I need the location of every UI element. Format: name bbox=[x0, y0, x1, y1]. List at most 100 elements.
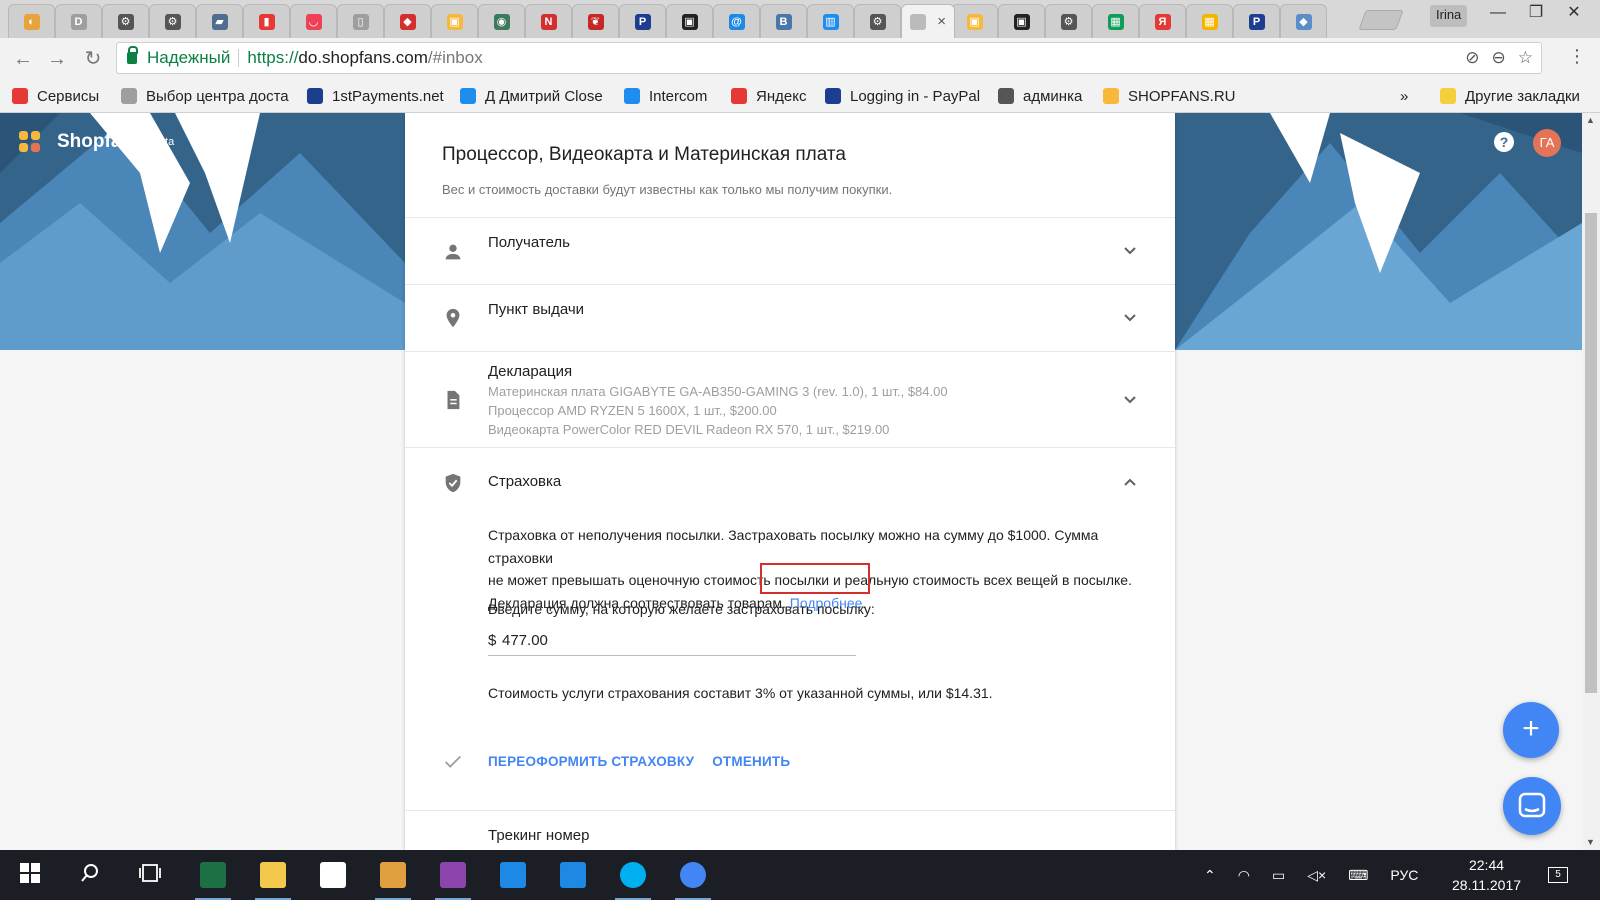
blocked-content-icon[interactable]: ⊘ bbox=[1465, 48, 1479, 68]
browser-tab[interactable]: ▣ bbox=[666, 4, 713, 38]
tracking-row[interactable]: Трекинг номер bbox=[405, 811, 1175, 850]
browser-tab[interactable]: D bbox=[55, 4, 102, 38]
browser-tab[interactable]: P bbox=[619, 4, 666, 38]
winrar-icon[interactable] bbox=[429, 850, 477, 900]
chrome-icon[interactable] bbox=[669, 850, 717, 900]
browser-tab[interactable]: ❦ bbox=[572, 4, 619, 38]
zoom-icon[interactable]: ⊖ bbox=[1492, 48, 1506, 68]
page-scrollbar[interactable]: ▲ ▼ bbox=[1582, 113, 1600, 850]
document-icon bbox=[447, 390, 460, 410]
browser-tab[interactable]: ⚙ bbox=[854, 4, 901, 38]
browser-tab[interactable]: @ bbox=[713, 4, 760, 38]
close-window-button[interactable]: ✕ bbox=[1556, 2, 1592, 24]
browser-tab[interactable]: ▥ bbox=[807, 4, 854, 38]
volume-muted-icon[interactable]: ◁× bbox=[1307, 867, 1326, 884]
forward-icon[interactable]: → bbox=[44, 46, 70, 72]
shopfans-icon: ▣ bbox=[966, 13, 983, 30]
reload-icon[interactable]: ↻ bbox=[80, 46, 106, 72]
recipient-label: Получатель bbox=[488, 234, 570, 251]
tray-expand-icon[interactable]: ⌃ bbox=[1204, 867, 1216, 884]
bookmark-item[interactable]: Logging in - PayPal bbox=[825, 85, 980, 107]
bookmark-item[interactable]: админка bbox=[998, 85, 1082, 107]
browser-tab-active[interactable]: × bbox=[901, 4, 955, 38]
skype-icon[interactable] bbox=[609, 850, 657, 900]
page: Shopfans Beta ? ГА Процессор, Видеокарта… bbox=[0, 113, 1582, 850]
keyboard-icon[interactable]: ⌨ bbox=[1348, 867, 1368, 884]
dsd-icon: D bbox=[70, 13, 87, 30]
language-indicator[interactable]: РУС bbox=[1390, 867, 1418, 883]
chevron-up-icon[interactable] bbox=[1123, 475, 1137, 489]
excel-icon-glyph bbox=[200, 862, 226, 888]
bookmark-star-icon[interactable]: ☆ bbox=[1518, 48, 1533, 68]
brand[interactable]: Shopfans Beta bbox=[19, 131, 174, 153]
browser-tab[interactable]: ▣ bbox=[951, 4, 998, 38]
browser-tab[interactable]: ⚙ bbox=[149, 4, 196, 38]
cancel-insurance-button[interactable]: ОТМЕНИТЬ bbox=[712, 754, 790, 769]
browser-tab[interactable]: N bbox=[525, 4, 572, 38]
browser-tab[interactable]: ▯ bbox=[337, 4, 384, 38]
browser-tab[interactable]: P bbox=[1233, 4, 1280, 38]
reissue-insurance-button[interactable]: ПЕРЕОФОРМИТЬ СТРАХОВКУ bbox=[488, 754, 694, 769]
browser-tab[interactable]: ◉ bbox=[478, 4, 525, 38]
browser-tab[interactable]: ▣ bbox=[998, 4, 1045, 38]
insurance-label[interactable]: Страховка bbox=[488, 473, 561, 490]
browser-tab[interactable]: ▰ bbox=[196, 4, 243, 38]
recipient-row[interactable]: Получатель bbox=[405, 218, 1175, 285]
restore-button[interactable]: ❐ bbox=[1518, 2, 1554, 24]
battery-icon[interactable]: ▭ bbox=[1272, 867, 1285, 884]
declaration-row[interactable]: Декларация Материнская плата GIGABYTE GA… bbox=[405, 352, 1175, 448]
declaration-label: Декларация bbox=[488, 363, 573, 380]
paint-icon[interactable] bbox=[369, 850, 417, 900]
browser-tab[interactable]: ◐ bbox=[8, 4, 55, 38]
edge-icon[interactable] bbox=[489, 850, 537, 900]
add-fab-button[interactable]: + bbox=[1503, 702, 1559, 758]
browser-tab[interactable]: ◆ bbox=[1280, 4, 1327, 38]
scroll-down-icon[interactable]: ▼ bbox=[1586, 837, 1595, 847]
new-tab-button[interactable] bbox=[1358, 10, 1404, 30]
browser-tab[interactable]: ⚙ bbox=[102, 4, 149, 38]
address-bar[interactable]: Надежный https://do.shopfans.com/#inbox … bbox=[116, 42, 1542, 74]
search-icon[interactable] bbox=[66, 850, 114, 900]
pickup-row[interactable]: Пункт выдачи bbox=[405, 285, 1175, 352]
browser-tab[interactable]: ⚙ bbox=[1045, 4, 1092, 38]
bookmark-item[interactable]: SHOPFANS.RU bbox=[1103, 85, 1236, 107]
scroll-up-icon[interactable]: ▲ bbox=[1586, 115, 1595, 125]
browser-menu-icon[interactable]: ⋮ bbox=[1568, 46, 1586, 67]
close-tab-icon[interactable]: × bbox=[937, 13, 946, 30]
browser-tab[interactable]: ▦ bbox=[1186, 4, 1233, 38]
browser-tab[interactable]: Я bbox=[1139, 4, 1186, 38]
browser-tab[interactable]: ◡ bbox=[290, 4, 337, 38]
bookmarks-overflow[interactable]: » bbox=[1400, 85, 1408, 107]
bookmark-item[interactable]: 1stPayments.net bbox=[307, 85, 444, 107]
browser-tab[interactable]: ▦ bbox=[1092, 4, 1139, 38]
avatar[interactable]: ГА bbox=[1533, 129, 1561, 157]
browser-tab[interactable]: ◆ bbox=[384, 4, 431, 38]
bookmark-item[interactable]: Intercom bbox=[624, 85, 707, 107]
browser-tab[interactable]: ▮ bbox=[243, 4, 290, 38]
help-icon[interactable]: ? bbox=[1494, 132, 1514, 152]
shipment-card: Процессор, Видеокарта и Материнская плат… bbox=[405, 113, 1175, 850]
action-center[interactable]: 5 bbox=[1548, 850, 1568, 900]
file-explorer-icon[interactable] bbox=[249, 850, 297, 900]
bookmark-item[interactable]: Сервисы bbox=[12, 85, 99, 107]
profile-button[interactable]: Irina bbox=[1430, 5, 1468, 27]
excel-icon[interactable] bbox=[189, 850, 237, 900]
windows-start-icon[interactable] bbox=[6, 850, 54, 900]
bookmark-item[interactable]: Д Дмитрий Close bbox=[460, 85, 603, 107]
bookmark-item[interactable]: Яндекс bbox=[731, 85, 806, 107]
back-icon[interactable]: ← bbox=[10, 46, 36, 72]
store-icon[interactable] bbox=[309, 850, 357, 900]
scroll-thumb[interactable] bbox=[1585, 213, 1597, 693]
minimize-button[interactable]: — bbox=[1480, 2, 1516, 24]
chat-launcher-button[interactable] bbox=[1503, 777, 1561, 835]
browser-tab[interactable]: В bbox=[760, 4, 807, 38]
task-view-icon[interactable] bbox=[126, 850, 174, 900]
other-bookmarks[interactable]: Другие закладки bbox=[1440, 85, 1580, 107]
bookmark-item[interactable]: Выбор центра доста bbox=[121, 85, 289, 107]
internet-explorer-icon[interactable] bbox=[549, 850, 597, 900]
clock[interactable]: 22:44 28.11.2017 bbox=[1452, 855, 1521, 895]
wifi-icon[interactable]: ◠ bbox=[1238, 867, 1250, 884]
yandex-icon bbox=[731, 88, 747, 104]
browser-tab[interactable]: ▣ bbox=[431, 4, 478, 38]
insurance-amount-input[interactable]: $ 477.00 bbox=[488, 626, 856, 656]
